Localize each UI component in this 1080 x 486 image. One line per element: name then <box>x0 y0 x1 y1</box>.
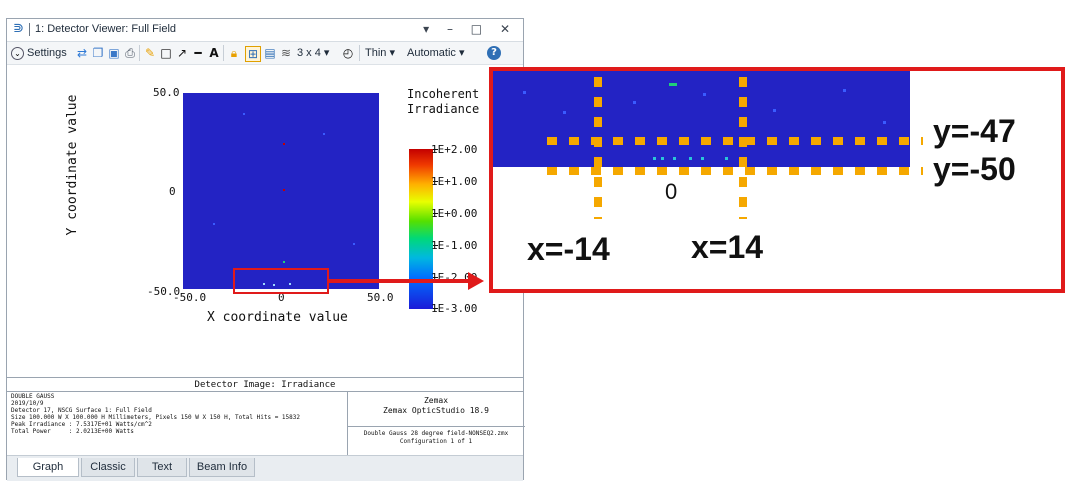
speck <box>323 133 325 135</box>
speck <box>563 111 566 114</box>
speck <box>701 157 704 160</box>
colorbar-tick-label: 1E+1.00 <box>431 175 478 188</box>
guide-line-y-neg47 <box>547 137 923 145</box>
detector-image <box>183 93 379 289</box>
speck <box>689 157 692 160</box>
window-title: 1: Detector Viewer: Full Field <box>35 23 177 35</box>
info-version: Zemax OpticStudio 18.9 <box>383 406 489 415</box>
colorbar-tick-label: 1E+0.00 <box>431 207 478 220</box>
detector-viewer-window: ⋑ 1: Detector Viewer: Full Field ▾ – □ ✕… <box>6 18 525 481</box>
info-software: Zemax Zemax OpticStudio 18.9 <box>349 396 523 416</box>
tab-classic[interactable]: Classic <box>81 458 135 477</box>
hot-pixel <box>283 189 285 191</box>
y-axis-label: Y coordinate value <box>65 94 80 236</box>
guide-line-x-neg14 <box>594 77 602 219</box>
label-zero: 0 <box>665 179 678 204</box>
plot-area: 50.0 0 -50.0 -50.0 0 50.0 Y coordinate v… <box>7 65 523 377</box>
hot-pixel <box>283 261 285 263</box>
window-layout-icon[interactable]: ▤ <box>263 46 277 60</box>
info-configuration: Configuration 1 of 1 <box>399 438 473 445</box>
tab-beam-info[interactable]: Beam Info <box>189 458 255 477</box>
speck <box>213 223 215 225</box>
fit-view-icon[interactable]: ⊞ <box>245 46 261 62</box>
tab-graph[interactable]: Graph <box>17 458 79 477</box>
label-x-neg14: x=-14 <box>527 231 610 267</box>
label-y-neg50: y=-50 <box>933 151 1016 187</box>
info-title: Detector Image: Irradiance <box>7 379 523 392</box>
colorbar-tick-label: 1E+2.00 <box>431 143 478 156</box>
guide-line-x-pos14 <box>739 77 747 219</box>
colorbar-title-line1: Incoherent <box>407 87 480 101</box>
x-tick-left: -50.0 <box>173 291 207 304</box>
title-bar: ⋑ 1: Detector Viewer: Full Field ▾ – □ ✕ <box>7 19 523 42</box>
print-icon[interactable]: ⎙ <box>123 46 137 60</box>
toolbar-separator <box>223 45 224 61</box>
speck <box>243 113 245 115</box>
layout-dropdown[interactable]: 3 x 4 ▾ <box>297 45 329 61</box>
settings-button[interactable]: Settings <box>27 45 67 61</box>
colorbar-tick-label: 1E-3.00 <box>431 302 478 315</box>
clock-icon[interactable]: ◴ <box>341 46 355 60</box>
zoom-arrow-head <box>468 272 484 290</box>
y-tick-top: 50.0 <box>153 86 180 99</box>
window-controls[interactable]: ▾ – □ ✕ <box>423 22 517 36</box>
colorbar <box>409 149 433 309</box>
x-tick-right: 50.0 <box>367 291 394 304</box>
speck <box>703 93 706 96</box>
tab-bar: Graph Classic Text Beam Info <box>7 455 523 481</box>
layers-icon[interactable]: ≋ <box>279 46 293 60</box>
speck <box>673 157 676 160</box>
info-panel: Detector Image: Irradiance DOUBLE GAUSS … <box>7 377 525 456</box>
zoom-region-highlight <box>233 268 329 294</box>
arrow-tool-icon[interactable]: ↗ <box>175 46 189 60</box>
pencil-icon[interactable]: ✎ <box>143 46 157 60</box>
line-tool-icon[interactable]: ━ <box>191 46 205 60</box>
automatic-dropdown[interactable]: Automatic ▾ <box>407 45 465 61</box>
y-tick-mid: 0 <box>169 185 176 198</box>
zoomed-detector <box>493 71 910 167</box>
zoom-arrow-shaft <box>329 279 471 283</box>
speck <box>773 109 776 112</box>
info-details: DOUBLE GAUSS 2019/10/9 Detector 17, NSCG… <box>11 393 300 435</box>
speck <box>843 89 846 92</box>
info-filename: Double Gauss 28 degree field-NONSEQ2.zmx <box>363 430 509 437</box>
guide-line-y-neg50 <box>547 167 923 175</box>
settings-chevron-icon[interactable]: ⌄ <box>11 47 24 60</box>
label-y-neg47: y=-47 <box>933 113 1016 149</box>
thin-dropdown[interactable]: Thin ▾ <box>365 45 395 61</box>
hot-pixel <box>283 143 285 145</box>
lock-icon[interactable]: 🔒︎ <box>227 46 241 60</box>
text-tool-icon[interactable]: A <box>207 46 221 60</box>
label-x-pos14: x=14 <box>691 229 764 265</box>
tab-text[interactable]: Text <box>137 458 187 477</box>
speck <box>633 101 636 104</box>
zoom-panel: y=-47 y=-50 0 x=-14 x=14 <box>489 67 1065 293</box>
refresh-icon[interactable]: ⇄ <box>75 46 89 60</box>
toolbar: ⌄ Settings ⇄ ❐ ▣ ⎙ ✎ □ ↗ ━ A 🔒︎ ⊞ ▤ ≋ 3 … <box>7 42 523 65</box>
speck <box>523 91 526 94</box>
save-icon[interactable]: ▣ <box>107 46 121 60</box>
colorbar-title-line2: Irradiance <box>407 102 480 116</box>
title-separator <box>29 23 30 36</box>
speck <box>653 157 656 160</box>
x-axis-label: X coordinate value <box>207 310 348 325</box>
speck <box>883 121 886 124</box>
speck <box>725 157 728 160</box>
speck <box>353 243 355 245</box>
toolbar-separator <box>139 45 140 61</box>
info-divider <box>347 426 525 427</box>
copy-icon[interactable]: ❐ <box>91 46 105 60</box>
help-icon[interactable]: ? <box>487 46 501 60</box>
window-icon: ⋑ <box>13 21 24 36</box>
hot-pixel <box>669 83 677 86</box>
info-divider <box>347 391 348 456</box>
speck <box>661 157 664 160</box>
toolbar-separator <box>359 45 360 61</box>
colorbar-tick-label: 1E-1.00 <box>431 239 478 252</box>
rectangle-icon[interactable]: □ <box>159 46 173 60</box>
info-file: Double Gauss 28 degree field-NONSEQ2.zmx… <box>349 430 523 446</box>
info-vendor: Zemax <box>423 396 449 405</box>
